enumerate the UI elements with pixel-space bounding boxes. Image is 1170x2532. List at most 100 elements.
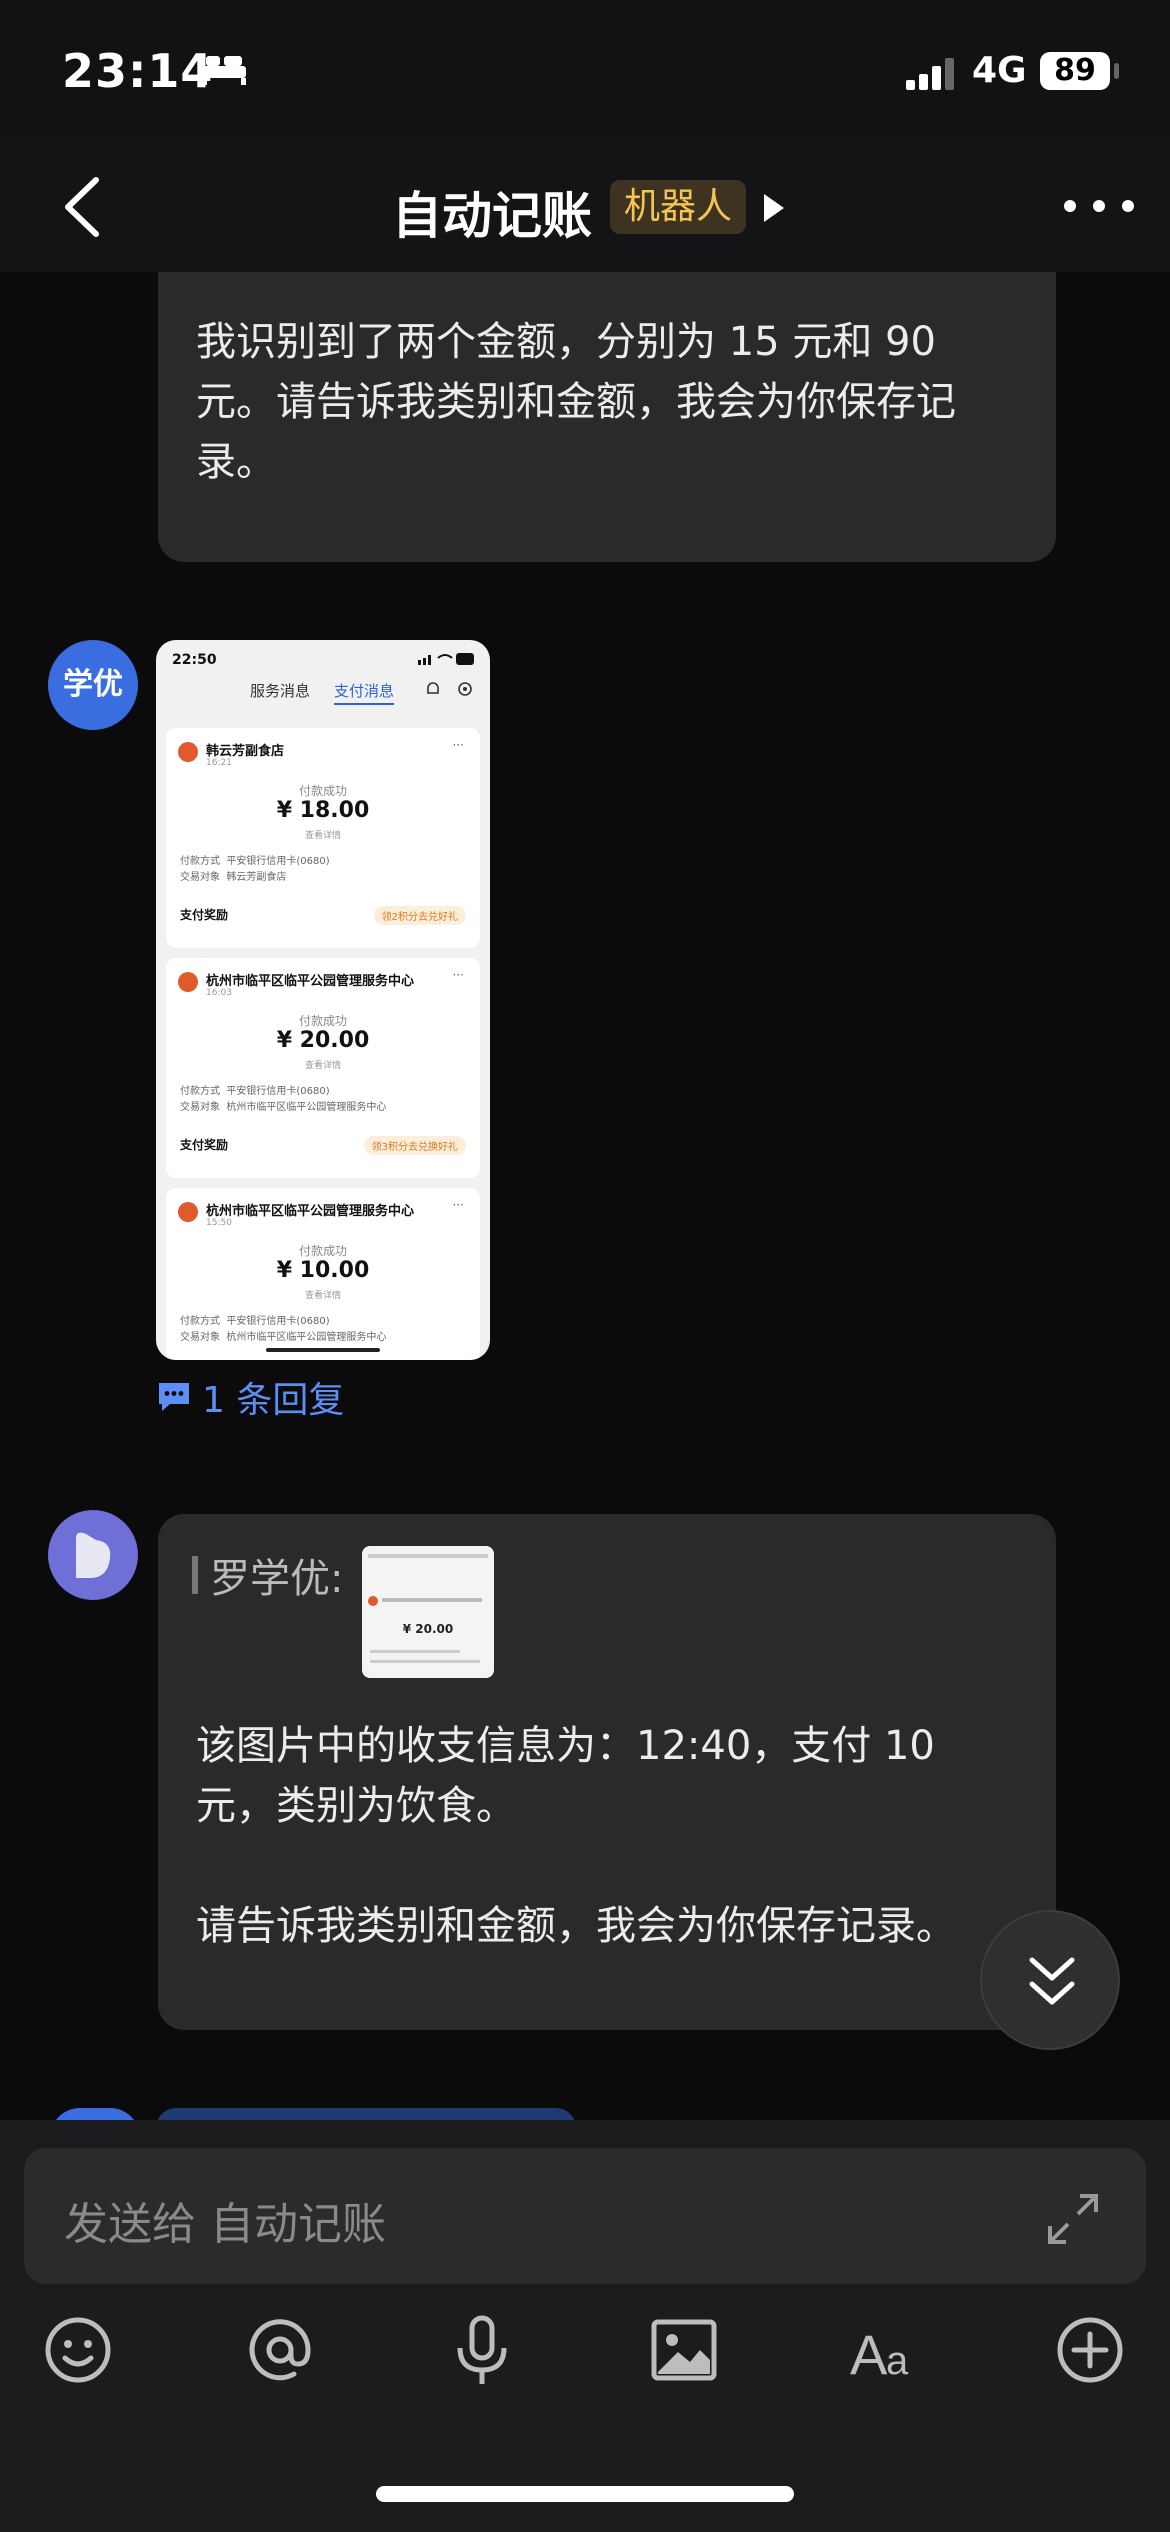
counterparty: 杭州市临平区临平公园管理服务中心 [226,1102,387,1113]
double-chevron-down-icon [1029,1957,1075,2005]
message-line: 我识别到了两个金额，分别为 15 元和 90 [196,319,936,365]
image-icon[interactable] [644,2310,724,2390]
pay-method-label: 付款方式 [180,1316,220,1327]
home-indicator[interactable] [376,2486,794,2502]
card-time: 16:03 [206,988,232,998]
shot-bell-icon [427,682,439,694]
sleep-focus-icon [202,56,246,85]
message-line: 该图片中的收支信息为：12:40，支付 10 [196,1723,935,1769]
svg-text:a: a [886,2339,909,2383]
microphone-icon[interactable] [442,2310,522,2390]
plus-icon[interactable] [1050,2310,1130,2390]
counterparty-label: 交易对象 [180,1332,220,1343]
chat-title[interactable]: 自动记账 [392,176,592,248]
pay-method-label: 付款方式 [180,856,220,867]
quote-bar [192,1556,198,1594]
card-amount: ¥ 10.00 [276,1258,370,1283]
shot-status-icons [418,653,474,665]
composer-toolbar: A a [0,2310,1170,2430]
comment-icon [159,1383,189,1411]
cellular-signal-icon [906,58,954,90]
thumb-merchant-icon [368,1596,378,1606]
nav-bar: 自动记账 机器人 [0,140,1170,272]
expand-arrow-icon[interactable] [764,194,784,222]
counterparty-label: 交易对象 [180,1102,220,1113]
message-line [196,1836,1036,1896]
chat-screen: 23:14 4G 89 自动记账 机器人 我识别到了两个金额，分别为 15 元和… [0,0,1170,2532]
card-status: 付款成功 [298,1244,347,1258]
bot-avatar[interactable] [48,1510,138,1600]
merchant-name: 杭州市临平区临平公园管理服务中心 [206,1204,415,1219]
status-bar: 23:14 4G 89 [0,0,1170,140]
message-line: 请告诉我类别和金额，我会为你保存记录。 [196,1903,956,1949]
message-line: 元，类别为饮食。 [196,1783,516,1829]
robot-badge: 机器人 [610,180,747,234]
merchant-name: 杭州市临平区临平公园管理服务中心 [206,974,415,989]
battery-level: 89 [1040,52,1110,90]
card-detail: 查看详情 [304,1291,341,1301]
thumb-line [370,1650,460,1653]
shot-tab-service: 服务消息 [250,682,311,700]
card-detail: 查看详情 [304,1061,341,1071]
card-more-icon: ··· [452,968,464,982]
card-amount: ¥ 18.00 [276,798,370,823]
merchant-icon [178,972,198,992]
scroll-to-bottom-button[interactable] [980,1910,1120,2050]
card-more-icon: ··· [452,1198,464,1212]
message-input[interactable]: 发送给 自动记账 [24,2148,1146,2284]
reward-label: 支付奖励 [180,1138,229,1152]
thumb-line [382,1598,482,1602]
battery-tip [1114,63,1119,79]
message-line: 录。 [196,439,276,485]
thumb-line [368,1554,488,1558]
message-input-placeholder: 发送给 自动记账 [64,2199,386,2250]
shot-payment-card: 韩云芳副食店 16:21 ··· 付款成功 ¥ 18.00 查看详情 付款方式 … [166,728,480,948]
card-time: 15:50 [206,1218,232,1228]
pay-method: 平安银行信用卡(0680) [226,1316,330,1327]
reward-badge: 领3积分去兑换好礼 [363,1136,466,1155]
status-time: 23:14 [62,44,214,98]
expand-icon[interactable] [1044,2190,1102,2248]
reply-count-text: 1 条回复 [202,1380,345,1421]
shot-payment-card: 杭州市临平区临平公园管理服务中心 16:03 ··· 付款成功 ¥ 20.00 … [166,958,480,1178]
bot-message-bubble[interactable]: 我识别到了两个金额，分别为 15 元和 90 元。请告诉我类别和金额，我会为你保… [158,272,1056,562]
counterparty: 杭州市临平区临平公园管理服务中心 [226,1332,387,1343]
at-icon[interactable] [240,2310,320,2390]
back-icon[interactable] [58,174,104,240]
merchant-icon [178,1202,198,1222]
merchant-icon [178,742,198,762]
reward-badge: 领2积分去兑好礼 [373,906,466,925]
reward-label: 支付奖励 [180,908,229,922]
card-more-icon: ··· [452,738,464,752]
card-status: 付款成功 [298,784,347,798]
user-avatar[interactable]: 学优 [48,640,138,730]
bot-logo-icon [76,1532,111,1578]
svg-text:A: A [850,2323,888,2386]
counterparty: 韩云芳副食店 [226,872,287,883]
quoted-image-thumbnail[interactable]: ¥ 20.00 [362,1546,494,1678]
shot-tab-payment: 支付消息 [334,680,395,705]
more-options-icon[interactable] [1064,200,1134,214]
reply-count-link[interactable]: 1 条回复 [156,1372,344,1422]
counterparty-label: 交易对象 [180,872,220,883]
network-type: 4G [972,50,1027,91]
card-amount: ¥ 20.00 [276,1028,370,1053]
message-line: 元。请告诉我类别和金额，我会为你保存记 [196,379,956,425]
pay-method: 平安银行信用卡(0680) [226,1086,330,1097]
merchant-name: 韩云芳副食店 [206,744,285,759]
emoji-icon[interactable] [38,2310,118,2390]
shot-home-indicator [266,1348,380,1352]
thumb-amount: ¥ 20.00 [402,1622,454,1636]
card-status: 付款成功 [298,1014,347,1028]
pay-method-label: 付款方式 [180,1086,220,1097]
payment-screenshot-image[interactable]: 22:50 服务消息 支付消息 韩云芳副食店 16:21 ··· 付款成功 ¥ … [156,640,490,1360]
shot-status-time: 22:50 [172,652,217,668]
card-time: 16:21 [206,758,232,768]
bot-message-text: 该图片中的收支信息为：12:40，支付 10 元，类别为饮食。 请告诉我类别和金… [196,1716,1036,1956]
pay-method: 平安银行信用卡(0680) [226,856,330,867]
thumb-line [370,1660,480,1663]
quote-author: 罗学优: [210,1556,344,1602]
text-format-icon[interactable]: A a [846,2310,926,2390]
shot-payment-card: 杭州市临平区临平公园管理服务中心 15:50 ··· 付款成功 ¥ 10.00 … [166,1188,480,1360]
card-detail: 查看详情 [304,831,341,841]
